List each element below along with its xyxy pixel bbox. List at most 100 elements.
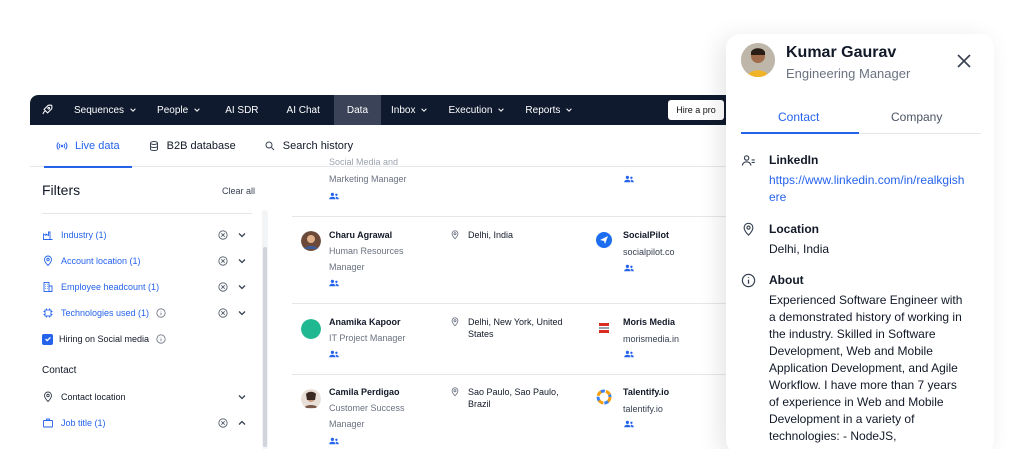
avatar[interactable]	[301, 231, 321, 251]
contact-name: Kumar Gaurav	[786, 44, 897, 61]
chevron-down-icon[interactable]	[237, 230, 247, 240]
clear-all-button[interactable]: Clear all	[222, 186, 255, 196]
tab-company[interactable]: Company	[891, 110, 942, 124]
nav-sequences[interactable]: Sequences	[64, 95, 147, 125]
industry-icon	[42, 229, 54, 241]
people-icon	[624, 350, 634, 358]
location-section: Location Delhi, India	[741, 222, 981, 262]
person-name[interactable]: Anamika Kapoor	[329, 317, 401, 327]
nav-people[interactable]: People	[147, 95, 211, 125]
chevron-down-icon[interactable]	[237, 392, 247, 402]
talentify-logo-icon	[596, 389, 612, 405]
filter-industry[interactable]: Industry (1)	[42, 226, 252, 244]
panel-tabs: Contact Company	[741, 100, 981, 134]
location-pin-icon	[451, 317, 459, 327]
filter-hiring-social[interactable]: Hiring on Social media	[42, 330, 252, 348]
filter-employee-headcount[interactable]: Employee headcount (1)	[42, 278, 252, 296]
moris-media-logo-icon	[599, 323, 609, 333]
person-name[interactable]: Charu Agrawal	[329, 230, 392, 240]
chevron-down-icon[interactable]	[237, 256, 247, 266]
briefcase-icon	[42, 417, 54, 429]
info-icon[interactable]	[156, 308, 166, 318]
chevron-down-icon[interactable]	[237, 308, 247, 318]
about-text: Experienced Software Engineer with a dem…	[769, 293, 963, 443]
tab-contact[interactable]: Contact	[778, 110, 819, 124]
top-navigation: Sequences People AI SDR AI Chat Data Inb…	[30, 95, 730, 125]
company-name[interactable]: Talentify.io	[623, 387, 669, 397]
results-list: Social Media and Marketing Manager Charu…	[292, 157, 730, 449]
person-location: Delhi, India	[450, 229, 513, 241]
nav-inbox[interactable]: Inbox	[381, 95, 438, 125]
location-pin-icon	[743, 222, 754, 236]
close-icon[interactable]	[956, 53, 972, 69]
linkedin-section: LinkedIn https://www.linkedin.com/in/rea…	[741, 153, 981, 208]
chevron-down-icon	[421, 108, 428, 112]
linkedin-link[interactable]: https://www.linkedin.com/in/realkgishere	[769, 172, 969, 206]
filter-job-title[interactable]: Job title (1)	[42, 414, 252, 432]
chevron-up-icon[interactable]	[237, 418, 247, 428]
people-icon	[329, 437, 339, 445]
location-pin-icon	[42, 391, 54, 403]
person-name[interactable]: Camila Perdigao	[329, 387, 400, 397]
tab-b2b-database[interactable]: B2B database	[134, 125, 250, 167]
company-name[interactable]: SocialPilot	[623, 230, 669, 240]
filters-title: Filters	[42, 182, 81, 198]
company-domain[interactable]: talentify.io	[623, 404, 663, 414]
people-icon	[624, 420, 634, 428]
contact-section-label: Contact	[42, 365, 77, 376]
about-section: About Experienced Software Engineer with…	[741, 273, 981, 449]
filter-technologies-used[interactable]: Technologies used (1)	[42, 304, 252, 322]
chevron-down-icon	[130, 108, 136, 112]
location-pin-icon	[451, 387, 459, 397]
row-divider	[292, 303, 730, 304]
x-circle-icon[interactable]	[218, 282, 228, 292]
hire-a-pro-button[interactable]: Hire a pro	[668, 100, 724, 120]
x-circle-icon[interactable]	[218, 308, 228, 318]
location-pin-icon	[42, 255, 54, 267]
active-tab-indicator	[741, 132, 859, 134]
chip-icon	[42, 307, 54, 319]
avatar[interactable]	[301, 389, 321, 409]
divider	[42, 213, 252, 217]
checkbox-checked[interactable]	[42, 333, 53, 345]
filter-account-location[interactable]: Account location (1)	[42, 252, 252, 270]
x-circle-icon[interactable]	[218, 230, 228, 240]
scrollbar-thumb[interactable]	[263, 247, 267, 447]
rocket-icon[interactable]	[30, 95, 64, 125]
info-icon[interactable]	[156, 334, 166, 344]
people-icon	[624, 175, 634, 183]
filter-contact-location[interactable]: Contact location	[42, 388, 252, 406]
tab-live-data[interactable]: Live data	[42, 125, 134, 168]
chevron-down-icon[interactable]	[237, 282, 247, 292]
company-name[interactable]: Moris Media	[623, 317, 675, 327]
company-domain[interactable]: morismedia.in	[623, 334, 679, 344]
company-domain[interactable]: socialpilot.co	[623, 247, 675, 257]
nav-data[interactable]: Data	[333, 95, 382, 125]
avatar	[741, 43, 775, 77]
partial-title-line1: Social Media and	[329, 157, 399, 167]
people-icon	[329, 350, 339, 358]
location-value: Delhi, India	[769, 242, 830, 256]
chevron-down-icon	[566, 108, 573, 112]
person-title: Customer Success Manager	[329, 403, 405, 429]
building-icon	[42, 281, 54, 293]
nav-reports[interactable]: Reports	[515, 95, 583, 125]
nav-ai-sdr[interactable]: AI SDR	[211, 95, 272, 125]
people-icon	[329, 192, 339, 200]
partial-title: Marketing Manager	[329, 174, 407, 184]
people-icon	[329, 279, 339, 287]
row-divider	[292, 216, 730, 217]
avatar[interactable]	[301, 319, 321, 339]
people-icon	[624, 264, 634, 272]
location-pin-icon	[451, 230, 459, 240]
nav-ai-chat[interactable]: AI Chat	[273, 95, 334, 125]
person-title: Human Resources Manager	[329, 246, 404, 272]
x-circle-icon[interactable]	[218, 256, 228, 266]
person-title: IT Project Manager	[329, 333, 406, 343]
contact-role: Engineering Manager	[786, 66, 911, 81]
nav-execution[interactable]: Execution	[438, 95, 515, 125]
x-circle-icon[interactable]	[218, 418, 228, 428]
socialpilot-logo-icon	[596, 232, 612, 248]
linkedin-user-icon	[741, 155, 755, 166]
person-location: Delhi, New York, United States	[450, 316, 580, 340]
